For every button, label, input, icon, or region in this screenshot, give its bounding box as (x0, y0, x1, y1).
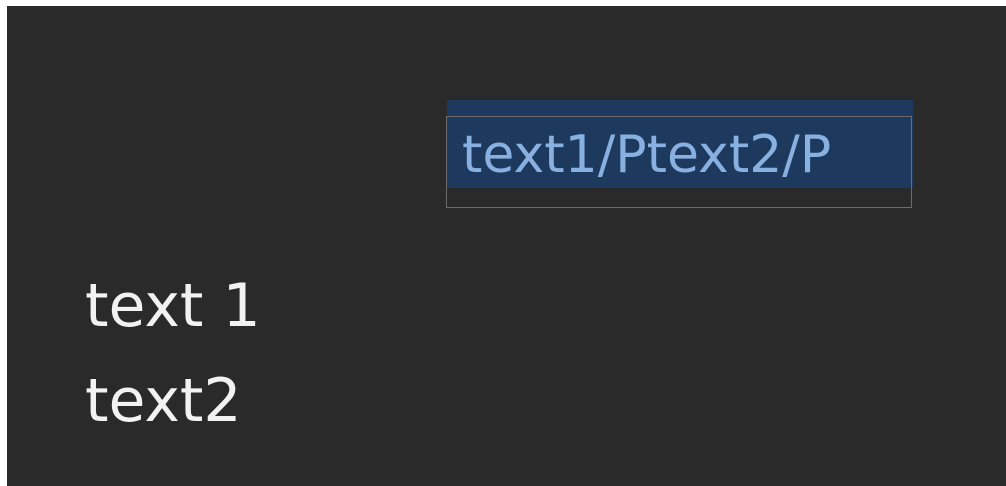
preview-line-2: text2 (85, 366, 242, 436)
text-input-value[interactable]: text1/Ptext2/P (462, 119, 831, 191)
text-input-field[interactable]: text1/Ptext2/P (446, 116, 912, 208)
preview-line-1: text 1 (85, 271, 261, 341)
app-canvas: text1/Ptext2/P text 1 text2 (7, 6, 1006, 486)
